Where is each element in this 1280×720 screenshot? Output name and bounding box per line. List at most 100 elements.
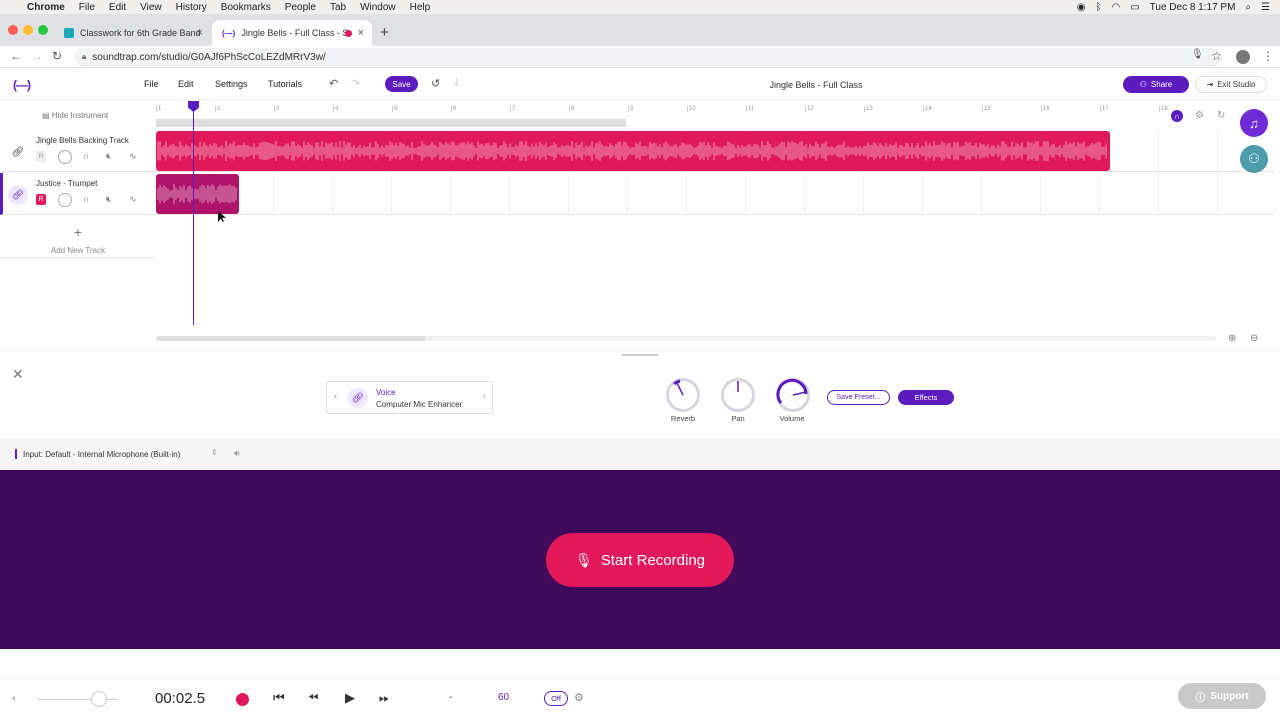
preset-selector[interactable]: ‹ 🔗︎ Voice Computer Mic Enhancer ›: [326, 381, 493, 414]
playhead-line[interactable]: [193, 101, 194, 325]
headphones-icon[interactable]: ∩: [83, 151, 89, 161]
automation-icon[interactable]: ∿: [129, 194, 137, 205]
save-button[interactable]: Save: [385, 76, 418, 92]
headphones-icon[interactable]: ∩: [83, 194, 89, 204]
metronome-toggle[interactable]: Off: [544, 691, 568, 706]
studio-menu-edit[interactable]: Edit: [178, 79, 194, 89]
zoom-out-icon[interactable]: ⊖: [1250, 333, 1258, 344]
mac-menu-people[interactable]: People: [285, 2, 316, 13]
profile-avatar[interactable]: [1236, 50, 1250, 64]
spotlight-icon[interactable]: ⌕: [1245, 2, 1251, 13]
screen-record-icon[interactable]: ◉: [1077, 2, 1086, 13]
loop-region[interactable]: [156, 119, 626, 127]
master-volume-thumb[interactable]: [91, 691, 107, 707]
record-button[interactable]: [236, 693, 249, 706]
chevron-left-icon[interactable]: ‹: [334, 391, 337, 402]
mac-menu-view[interactable]: View: [140, 2, 162, 13]
track-name[interactable]: Justice - Trumpet: [36, 179, 97, 188]
effects-button[interactable]: Effects: [898, 390, 954, 405]
project-title[interactable]: Jingle Bells - Full Class: [700, 80, 932, 90]
track-volume-knob[interactable]: [58, 150, 72, 164]
resize-handle[interactable]: [622, 354, 658, 356]
tab-close-icon[interactable]: ×: [358, 27, 364, 39]
browser-tab-classwork[interactable]: Classwork for 6th Grade Band ×: [54, 20, 211, 46]
mac-menu-file[interactable]: File: [79, 2, 95, 13]
download-icon[interactable]: ⤓: [454, 77, 459, 90]
new-tab-icon[interactable]: +: [380, 24, 389, 41]
tab-close-icon[interactable]: ×: [197, 27, 203, 39]
back-icon[interactable]: ←: [10, 49, 22, 63]
add-new-track-button[interactable]: + Add New Track: [0, 222, 156, 258]
music-note-icon[interactable]: ♫: [1240, 109, 1268, 137]
clock[interactable]: Tue Dec 8 1:17 PM: [1150, 2, 1236, 13]
mute-icon[interactable]: 🔇︎: [106, 151, 112, 162]
mac-menu-window[interactable]: Window: [360, 2, 396, 13]
mac-menu-help[interactable]: Help: [410, 2, 431, 13]
record-arm-button[interactable]: R: [36, 151, 46, 162]
monitor-speaker-icon[interactable]: 🔊︎: [234, 448, 240, 459]
reload-icon[interactable]: ↻: [52, 49, 62, 63]
battery-icon[interactable]: ▭: [1130, 2, 1139, 13]
reverb-knob[interactable]: [666, 378, 700, 412]
chevron-right-icon[interactable]: ›: [483, 391, 486, 402]
skip-to-start-icon[interactable]: ⏮︎: [273, 690, 285, 706]
fast-forward-icon[interactable]: ⏩︎: [379, 690, 389, 706]
track-volume-knob[interactable]: [58, 193, 72, 207]
browser-tab-studio[interactable]: (—) Jingle Bells - Full Class - S ×: [212, 20, 372, 46]
share-button[interactable]: ⚇ Share: [1123, 76, 1189, 93]
redo-icon[interactable]: ↷: [351, 77, 360, 90]
chevron-updown-icon[interactable]: ⇕: [211, 448, 218, 457]
bookmark-star-icon[interactable]: ☆: [1211, 49, 1222, 63]
microphone-icon[interactable]: 🎙︎: [1191, 49, 1204, 60]
timeline-ruler[interactable]: 1 2 3 4 5 6 7 8 9 10 11 12 13 14 15 16 1…: [155, 101, 1274, 129]
audio-clip-backing[interactable]: [156, 131, 1110, 171]
undo-icon[interactable]: ↶: [329, 77, 338, 90]
scrollbar-thumb[interactable]: [156, 336, 426, 341]
control-center-icon[interactable]: ☰: [1261, 2, 1270, 13]
wifi-icon[interactable]: ◠: [1111, 2, 1120, 13]
rewind-icon[interactable]: ⏪︎: [308, 690, 318, 706]
studio-menu-tutorials[interactable]: Tutorials: [268, 79, 302, 89]
mac-menu-app[interactable]: Chrome: [27, 2, 65, 13]
support-button[interactable]: ⓘ Support: [1178, 683, 1266, 709]
settings-gear-icon[interactable]: ⚙: [1195, 110, 1204, 121]
studio-menu-settings[interactable]: Settings: [215, 79, 248, 89]
hide-instrument-button[interactable]: ▤ Hide Instrument: [42, 111, 108, 120]
close-icon[interactable]: ✕: [12, 366, 24, 383]
track-lanes[interactable]: [156, 130, 1274, 216]
mac-menu-tab[interactable]: Tab: [330, 2, 346, 13]
record-arm-button[interactable]: R: [36, 194, 46, 205]
studio-menu-file[interactable]: File: [144, 79, 159, 89]
mac-menu-history[interactable]: History: [176, 2, 207, 13]
track-lane-backing[interactable]: [156, 130, 1274, 172]
bluetooth-icon[interactable]: ᛒ: [1095, 2, 1101, 13]
input-device-select[interactable]: Input: Default - Internal Microphone (Bu…: [23, 450, 180, 459]
forward-icon[interactable]: →: [31, 49, 43, 63]
audio-clip-trumpet[interactable]: [156, 174, 239, 214]
refresh-icon[interactable]: ↻: [1217, 110, 1225, 121]
start-recording-button[interactable]: 🎙︎ Start Recording: [546, 533, 734, 587]
window-zoom-button[interactable]: [38, 25, 48, 35]
automation-icon[interactable]: ∿: [129, 151, 137, 162]
horizontal-scrollbar[interactable]: [156, 336, 1216, 341]
volume-knob[interactable]: [776, 378, 810, 412]
url-field[interactable]: 🔒︎ soundtrap.com/studio/G0AJf6PhScCoLEZd…: [74, 48, 1222, 66]
window-close-button[interactable]: [8, 25, 18, 35]
more-menu-icon[interactable]: ⋮: [1262, 49, 1274, 63]
track-header-trumpet[interactable]: 🔗︎ Justice - Trumpet R ∩ 🔇︎ ∿: [0, 173, 156, 215]
tempo-value[interactable]: 60: [498, 692, 509, 703]
mac-menu-bookmarks[interactable]: Bookmarks: [221, 2, 271, 13]
mute-icon[interactable]: 🔇︎: [106, 194, 112, 205]
zoom-in-icon[interactable]: ⊕: [1228, 333, 1236, 344]
track-header-backing[interactable]: 🔗︎ Jingle Bells Backing Track R ∩ 🔇︎ ∿: [0, 130, 156, 172]
soundtrap-logo[interactable]: (—): [13, 78, 31, 92]
play-icon[interactable]: ▶︎: [345, 690, 355, 706]
pan-knob[interactable]: [721, 378, 755, 412]
exit-studio-button[interactable]: ⇥ Exit Studio: [1195, 76, 1267, 93]
gear-icon[interactable]: ⚙: [574, 691, 584, 704]
collaborators-icon[interactable]: ⚇: [1240, 145, 1268, 173]
save-preset-button[interactable]: Save Preset...: [827, 390, 890, 405]
mac-menu-edit[interactable]: Edit: [109, 2, 126, 13]
window-minimize-button[interactable]: [23, 25, 33, 35]
collaborate-icon[interactable]: ∩: [1171, 110, 1183, 122]
